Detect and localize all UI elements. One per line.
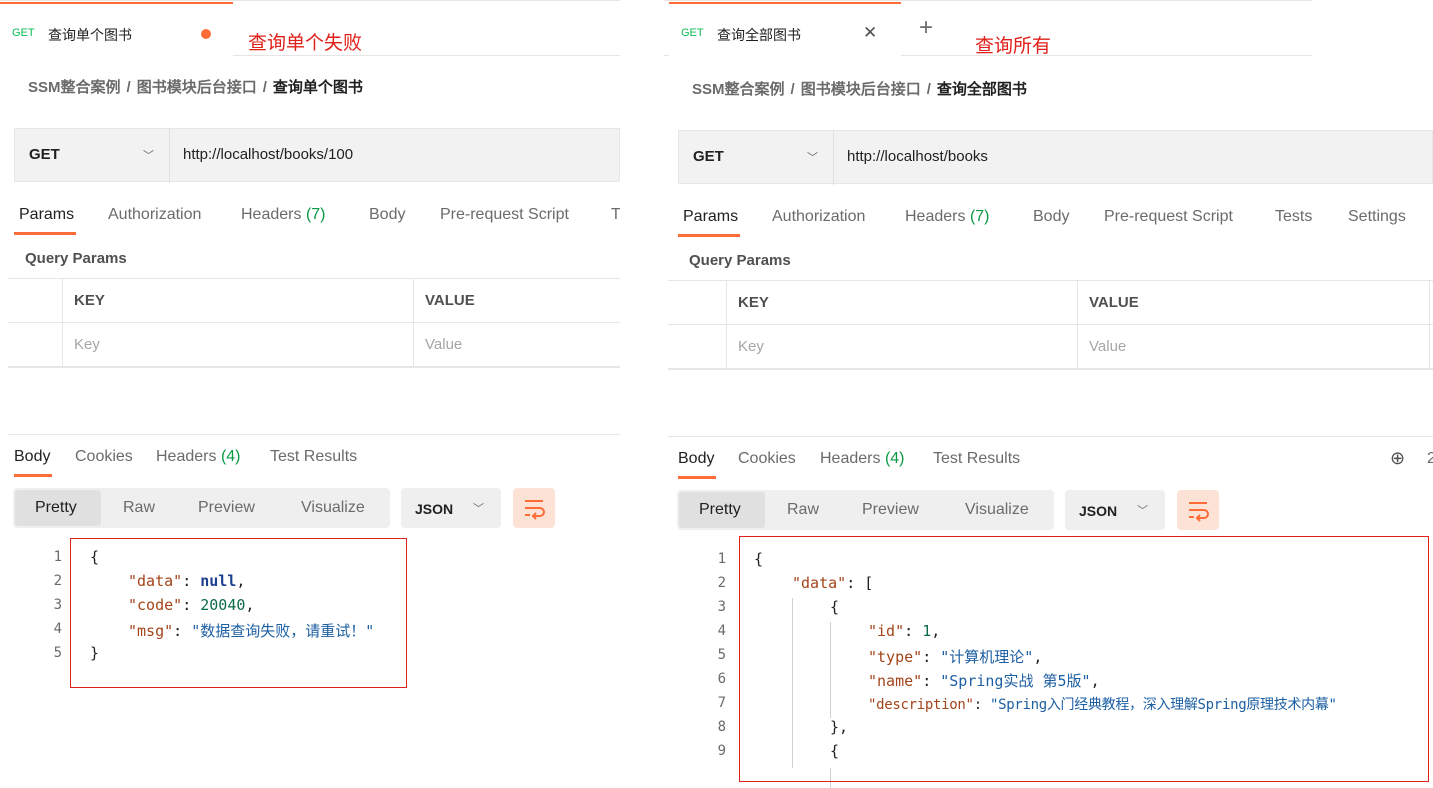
tab-settings[interactable]: Settings (1348, 208, 1406, 226)
response-tab-cookies[interactable]: Cookies (75, 448, 133, 466)
chevron-down-icon: ﹀ (473, 503, 484, 515)
tab-tests[interactable]: Tests (1275, 208, 1312, 226)
view-raw-button[interactable]: Raw (787, 501, 819, 519)
table-header-row: KEY VALUE (8, 279, 620, 323)
breadcrumb: SSM整合案例 / 图书模块后台接口 / 查询单个图书 (28, 79, 363, 96)
response-tab-body[interactable]: Body (14, 448, 50, 466)
tab-title: 查询单个图书 (48, 27, 132, 43)
active-tab-underline (14, 232, 76, 235)
globe-icon[interactable]: ⊕ (1390, 448, 1405, 469)
breadcrumb-collection[interactable]: SSM整合案例 (28, 79, 121, 96)
tab-params[interactable]: Params (19, 206, 74, 224)
key-column-header: KEY (738, 294, 769, 311)
value-input[interactable]: Value (1089, 338, 1126, 355)
tab-body[interactable]: Body (1033, 208, 1069, 226)
view-raw-button[interactable]: Raw (123, 499, 155, 517)
tab-prerequest-script[interactable]: Pre-request Script (440, 206, 569, 224)
view-visualize-button[interactable]: Visualize (301, 499, 365, 517)
tab-method: GET (681, 27, 704, 39)
tab-get-all-books[interactable]: GET 查询全部图书 ✕ (669, 2, 901, 56)
left-panel: GET 查询单个图书 查询单个失败 SSM整合案例 / 图书模块后台接口 / 查询单个图… (0, 0, 620, 788)
response-tab-underline (678, 476, 716, 479)
response-tab-body[interactable]: Body (678, 450, 714, 468)
response-tab-underline (14, 474, 52, 477)
tab-prerequest-script[interactable]: Pre-request Script (1104, 208, 1233, 226)
key-input[interactable]: Key (74, 336, 100, 353)
wrap-lines-button[interactable] (513, 488, 555, 528)
view-pretty-button[interactable]: Pretty (679, 492, 765, 528)
query-params-table: KEY VALUE Key Value (668, 280, 1433, 370)
tab-authorization[interactable]: Authorization (108, 206, 201, 224)
response-tab-headers[interactable]: Headers (4) (820, 450, 905, 468)
tab-headers[interactable]: Headers (7) (905, 208, 990, 226)
request-url-bar: GET ﹀ http://localhost/books/100 (14, 128, 620, 183)
tab-headers[interactable]: Headers (7) (241, 206, 326, 224)
breadcrumb-request: 查询全部图书 (936, 81, 1027, 98)
unsaved-dot-icon (201, 29, 211, 39)
headers-count: (7) (969, 208, 990, 225)
view-preview-button[interactable]: Preview (862, 501, 919, 519)
tab-get-single-book[interactable]: GET 查询单个图书 (0, 2, 233, 56)
breadcrumb-collection[interactable]: SSM整合案例 (692, 81, 785, 98)
tab-body[interactable]: Body (369, 206, 405, 224)
key-column-header: KEY (74, 292, 105, 309)
response-tab-test-results[interactable]: Test Results (933, 450, 1020, 468)
chevron-down-icon[interactable]: ﹀ (143, 147, 154, 163)
annotation-label: 查询所有 (975, 36, 1052, 57)
url-input[interactable]: http://localhost/books (847, 148, 988, 165)
annotation-label: 查询单个失败 (248, 33, 363, 54)
method-select[interactable]: GET (29, 146, 60, 163)
pane-divider (8, 434, 620, 435)
breadcrumb-folder[interactable]: 图书模块后台接口 (801, 81, 921, 98)
chevron-down-icon[interactable]: ﹀ (807, 149, 818, 165)
response-tab-test-results[interactable]: Test Results (270, 448, 357, 466)
add-tab-icon[interactable]: + (919, 14, 933, 42)
query-params-title: Query Params (689, 252, 791, 269)
format-select[interactable]: JSON ﹀ (401, 488, 501, 528)
active-tab-underline (678, 234, 740, 237)
query-params-table: KEY VALUE Key Value (8, 278, 620, 368)
breadcrumb: SSM整合案例 / 图书模块后台接口 / 查询全部图书 (692, 81, 1027, 98)
table-header-row: KEY VALUE (668, 281, 1433, 325)
response-headers-count: (4) (220, 448, 241, 465)
tab-tests[interactable]: T (611, 206, 620, 224)
format-select[interactable]: JSON ﹀ (1065, 490, 1165, 530)
view-mode-switch: Pretty Raw Preview Visualize (13, 488, 390, 528)
view-pretty-button[interactable]: Pretty (15, 490, 101, 526)
annotation-highlight-box (70, 538, 407, 688)
response-tab-cookies[interactable]: Cookies (738, 450, 796, 468)
url-input[interactable]: http://localhost/books/100 (183, 146, 353, 163)
value-column-header: VALUE (1089, 294, 1139, 311)
annotation-highlight-box (739, 536, 1429, 782)
wrap-icon (1189, 502, 1209, 522)
wrap-lines-button[interactable] (1177, 490, 1219, 530)
pane-divider (668, 436, 1433, 437)
close-icon[interactable]: ✕ (863, 23, 877, 43)
chevron-down-icon: ﹀ (1137, 505, 1148, 517)
headers-count: (7) (305, 206, 326, 223)
table-row: Key Value (668, 325, 1433, 369)
response-headers-count: (4) (884, 450, 905, 467)
table-row: Key Value (8, 323, 620, 367)
view-preview-button[interactable]: Preview (198, 499, 255, 517)
wrap-icon (525, 500, 545, 520)
right-panel: GET 查询全部图书 ✕ + 查询所有 SSM整合案例 / 图书模块后台接口 / 查询全… (664, 0, 1433, 788)
response-tab-headers[interactable]: Headers (4) (156, 448, 241, 466)
method-select[interactable]: GET (693, 148, 724, 165)
breadcrumb-request: 查询单个图书 (272, 79, 363, 96)
request-url-bar: GET ﹀ http://localhost/books (678, 130, 1433, 185)
breadcrumb-folder[interactable]: 图书模块后台接口 (137, 79, 257, 96)
view-mode-switch: Pretty Raw Preview Visualize (677, 490, 1054, 530)
view-visualize-button[interactable]: Visualize (965, 501, 1029, 519)
response-status-cut: 2 (1427, 450, 1433, 467)
tab-title: 查询全部图书 (717, 27, 801, 43)
key-input[interactable]: Key (738, 338, 764, 355)
tab-authorization[interactable]: Authorization (772, 208, 865, 226)
query-params-title: Query Params (25, 250, 127, 267)
value-column-header: VALUE (425, 292, 475, 309)
value-input[interactable]: Value (425, 336, 462, 353)
tab-method: GET (12, 27, 35, 39)
tab-params[interactable]: Params (683, 208, 738, 226)
